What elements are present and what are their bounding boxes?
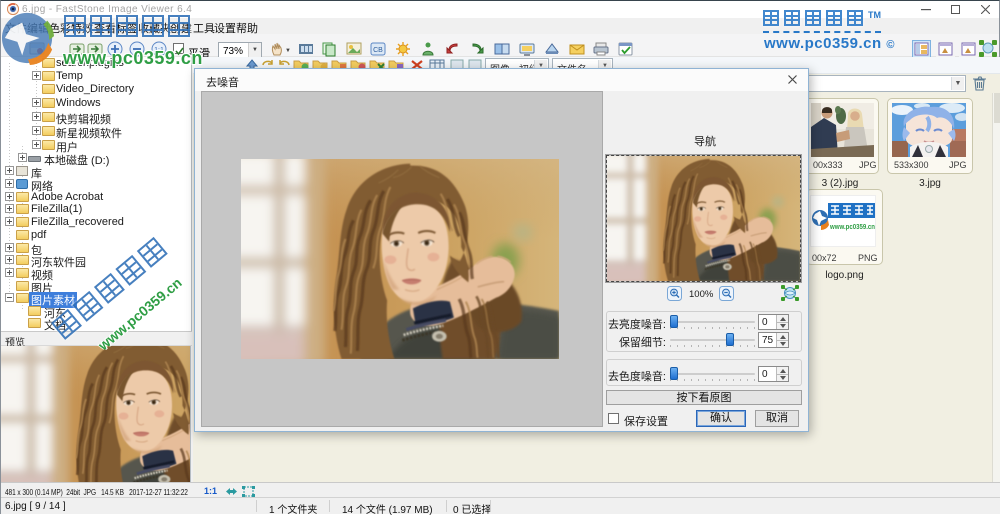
svg-text:CB: CB <box>373 47 383 54</box>
svg-text:1:1: 1:1 <box>154 47 164 54</box>
